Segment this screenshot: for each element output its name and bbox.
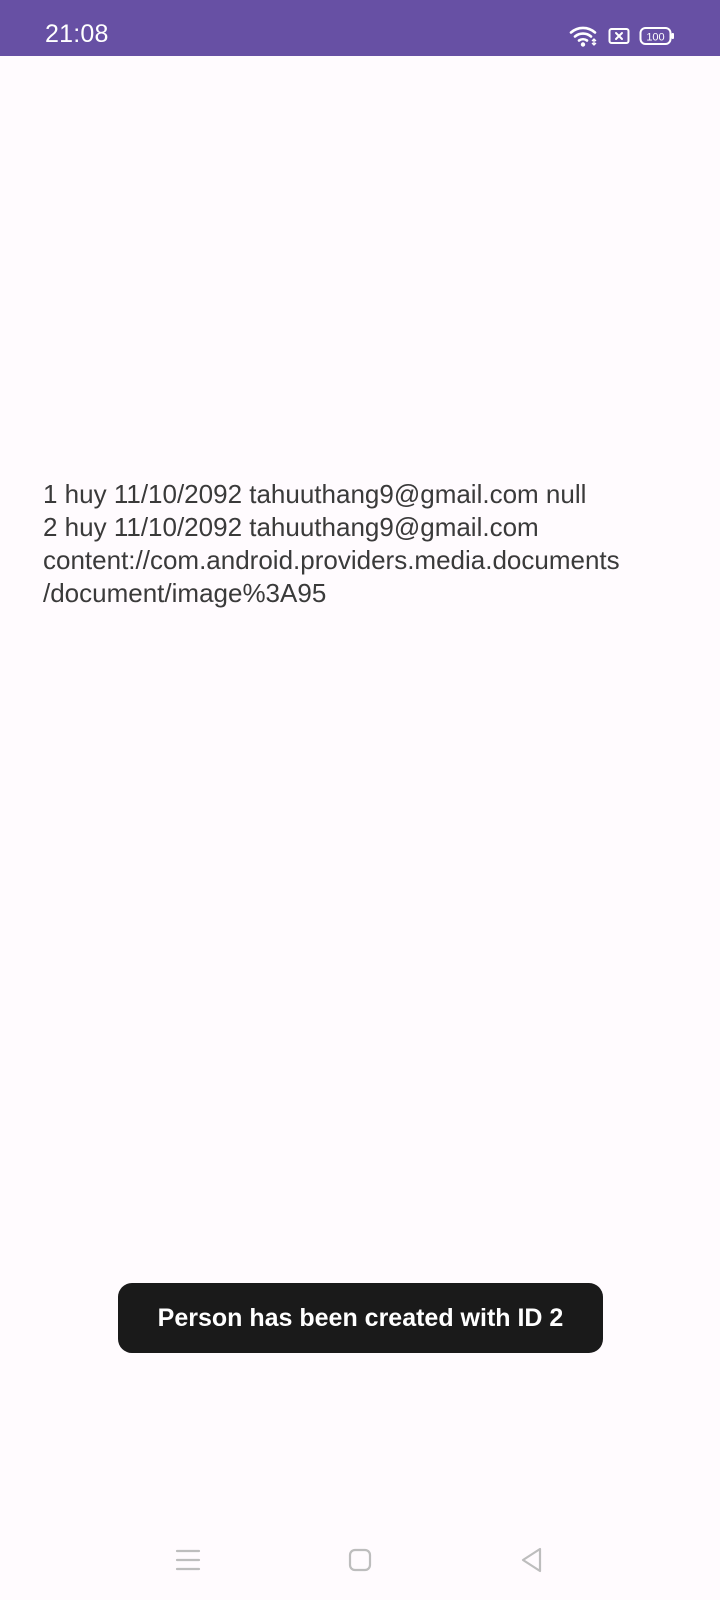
home-button[interactable] — [340, 1540, 380, 1580]
person-line-2-uri-path: /document/image%3A95 — [43, 578, 327, 608]
toast-text: Person has been created with ID 2 — [157, 1303, 564, 1332]
status-icons: 100 — [569, 22, 675, 50]
back-icon — [521, 1547, 542, 1573]
svg-text:100: 100 — [646, 32, 664, 44]
recent-apps-button[interactable] — [168, 1540, 208, 1580]
app-screen: 21:08 100 1 huy 11/10/2092 tahuuthang9@g… — [0, 0, 720, 1600]
wifi-icon — [569, 24, 599, 48]
toast-message: Person has been created with ID 2 — [118, 1283, 603, 1353]
person-line-2: 2 huy 11/10/2092 tahuuthang9@gmail.com — [43, 512, 539, 542]
back-button[interactable] — [512, 1540, 552, 1580]
person-list-text: 1 huy 11/10/2092 tahuuthang9@gmail.com n… — [43, 478, 703, 610]
menu-icon — [175, 1549, 201, 1571]
navigation-bar — [0, 1520, 720, 1600]
person-line-2-uri: content://com.android.providers.media.do… — [43, 545, 620, 575]
home-icon — [348, 1548, 372, 1572]
sim-card-icon — [608, 27, 630, 45]
person-line-1: 1 huy 11/10/2092 tahuuthang9@gmail.com n… — [43, 479, 587, 509]
status-bar: 21:08 100 — [0, 0, 720, 56]
status-time: 21:08 — [45, 20, 109, 48]
battery-icon: 100 — [639, 26, 675, 46]
